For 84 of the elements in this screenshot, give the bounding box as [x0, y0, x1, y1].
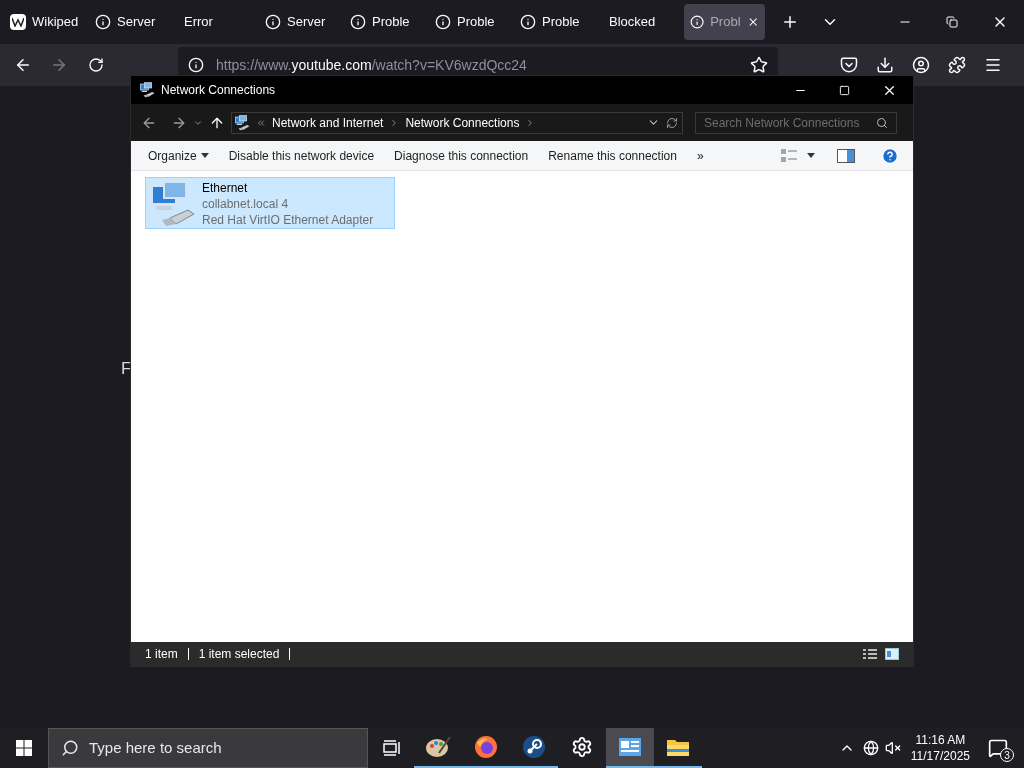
command-button[interactable]: Disable this network device — [219, 143, 384, 168]
browser-tab[interactable]: Proble — [514, 4, 595, 40]
network-name: collabnet.local 4 — [202, 196, 290, 212]
muted-speaker-icon[interactable] — [884, 740, 901, 756]
taskbar-app[interactable] — [606, 728, 654, 768]
browser-tab[interactable]: Server — [259, 4, 340, 40]
tiles-view-icon[interactable] — [885, 648, 899, 660]
clock-date: 11/17/2025 — [910, 748, 970, 764]
browser-tab[interactable]: Blocked — [599, 4, 680, 40]
network-computer-icon — [139, 82, 155, 98]
dropdown-caret-icon[interactable] — [807, 153, 815, 158]
browser-tab[interactable]: Probl — [684, 4, 765, 40]
info-icon — [188, 57, 204, 73]
bookmark-star-icon[interactable] — [750, 56, 768, 74]
folder-icon — [666, 737, 690, 757]
forward-icon[interactable] — [50, 56, 68, 74]
pocket-icon[interactable] — [840, 56, 858, 74]
browser-tab[interactable]: Error — [174, 4, 255, 40]
restore-icon[interactable] — [946, 16, 958, 28]
info-icon — [265, 14, 281, 30]
tab-title: Error — [183, 13, 213, 32]
overflow-chevrons-icon — [256, 117, 266, 128]
browser-tab[interactable]: Server — [89, 4, 170, 40]
settings-icon — [571, 736, 593, 758]
refresh-icon[interactable] — [666, 116, 678, 129]
breadcrumb-item[interactable]: Network and Internet — [272, 113, 384, 132]
command-button[interactable]: Rename this connection — [539, 143, 686, 168]
account-icon[interactable] — [912, 56, 930, 74]
info-icon — [435, 14, 451, 30]
tab-title: Server — [117, 13, 156, 32]
browser-tab[interactable]: Proble — [344, 4, 425, 40]
palette-icon — [425, 735, 451, 759]
status-text: 1 item — [145, 646, 178, 663]
breadcrumb-item[interactable]: Network Connections — [405, 113, 520, 132]
page-text: F — [121, 358, 132, 380]
info-icon — [520, 14, 536, 30]
browser-tab[interactable]: Proble — [429, 4, 510, 40]
windows-start-icon[interactable] — [16, 740, 32, 756]
maximize-icon[interactable] — [839, 84, 850, 96]
tab-title: Wikiped — [32, 13, 79, 32]
clock-time: 11:16 AM — [915, 732, 966, 748]
task-view-icon[interactable] — [383, 740, 401, 756]
taskbar-search-field[interactable]: Type here to search — [48, 728, 368, 768]
tab-title: Proble — [542, 13, 580, 32]
adapter-name: Red Hat VirtIO Ethernet Adapter — [202, 212, 374, 228]
tab-title: Probl — [710, 13, 741, 32]
info-icon — [350, 14, 366, 30]
search-icon — [61, 739, 79, 757]
menu-icon[interactable] — [984, 56, 1002, 74]
tab-title: Proble — [457, 13, 495, 32]
browser-tab[interactable]: Wikiped — [4, 4, 85, 40]
download-icon[interactable] — [876, 56, 894, 74]
command-button[interactable]: Organize — [139, 143, 218, 168]
new-tab-icon[interactable] — [781, 13, 799, 31]
network-computer-icon — [148, 180, 196, 228]
dropdown-caret-icon — [200, 153, 209, 158]
tab-title: Server — [287, 13, 326, 32]
url-text: https://www.youtube.com/watch?v=KV6wzdQcc24 — [216, 55, 527, 75]
network-computer-icon — [234, 114, 250, 131]
wikipedia-icon — [10, 14, 26, 30]
tab-title: Blocked — [608, 13, 656, 32]
info-icon — [95, 14, 111, 30]
address-bar[interactable]: Network and Internet Network Connections — [231, 111, 683, 134]
window-title: Network Connections — [161, 82, 276, 99]
tab-title: Proble — [372, 13, 410, 32]
back-icon[interactable] — [14, 56, 32, 74]
connection-item[interactable]: Ethernet collabnet.local 4 Red Hat VirtIO Ethernet Adapter — [145, 177, 395, 229]
connection-name: Ethernet — [202, 180, 249, 196]
notification-count: 3 — [1000, 748, 1014, 762]
network-window-icon — [618, 737, 642, 757]
command-button[interactable]: Diagnose this connection — [385, 143, 538, 168]
preview-pane-icon[interactable] — [837, 148, 855, 163]
help-icon[interactable] — [881, 146, 899, 165]
search-icon — [876, 116, 888, 129]
status-text: 1 item selected — [198, 646, 280, 663]
reload-icon[interactable] — [88, 57, 104, 73]
fox-globe-icon — [474, 735, 498, 759]
info-icon — [690, 14, 705, 30]
command-button[interactable]: » — [687, 143, 713, 168]
steam-icon — [522, 735, 546, 759]
network-globe-icon[interactable] — [862, 740, 879, 756]
extensions-icon[interactable] — [948, 56, 966, 74]
details-view-icon[interactable] — [863, 648, 877, 660]
notifications-icon[interactable] — [988, 738, 1008, 758]
